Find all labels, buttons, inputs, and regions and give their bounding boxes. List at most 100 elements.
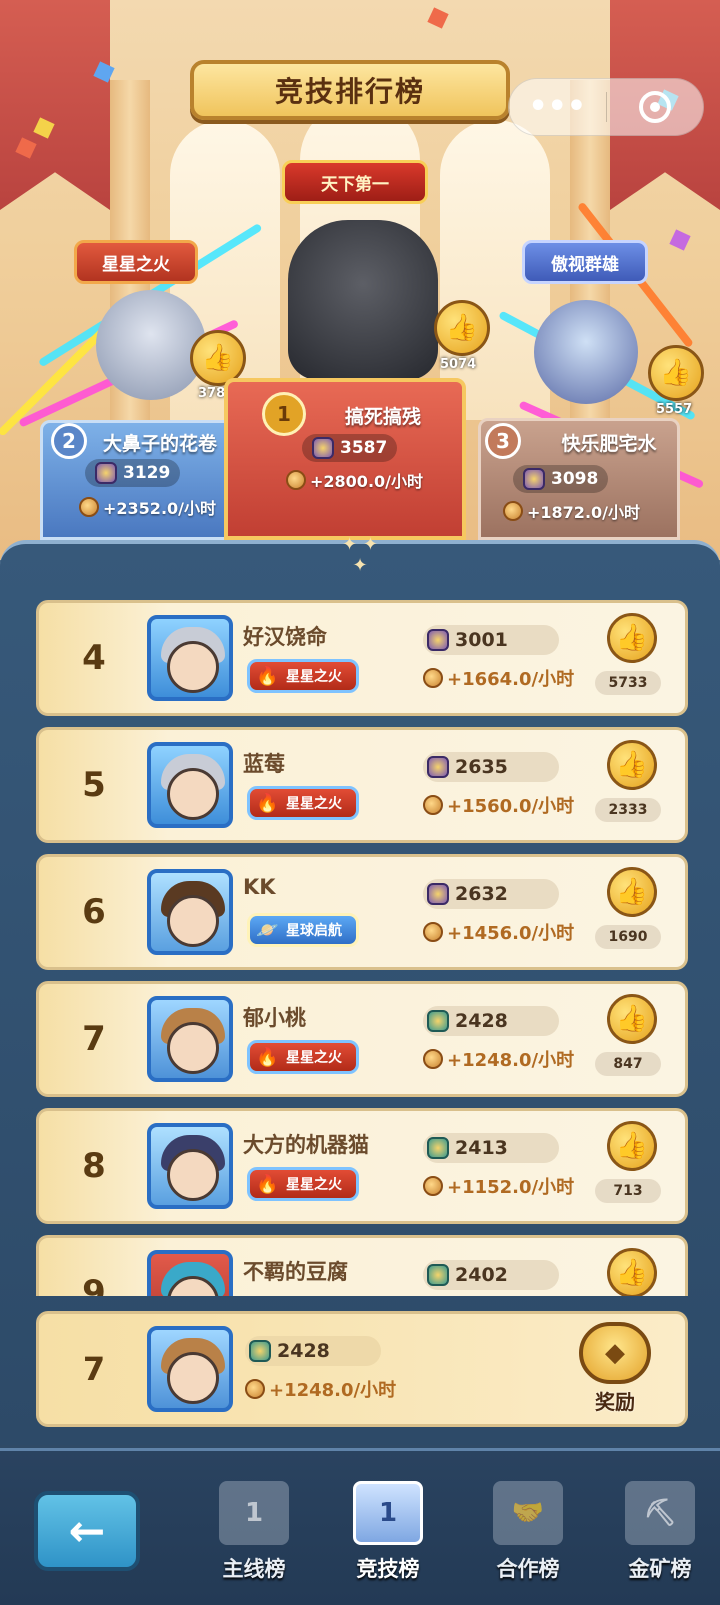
thumbs-up-icon: 👍 [615, 623, 649, 653]
list-item[interactable]: 8 大方的机器猫 🔥 星星之火 2413 +1152.0/小时 👍 713 [36, 1108, 688, 1224]
coin-icon [423, 795, 443, 815]
rank-crest-icon [95, 462, 117, 484]
my-income: +1248.0/小时 [245, 1376, 396, 1402]
rank-number: 9 [82, 1273, 106, 1296]
thumbs-up-icon: 👍 [615, 750, 649, 780]
more-menu-button[interactable]: ••• [509, 92, 606, 122]
second-income: +2352.0/小时 [79, 495, 216, 519]
third-income: +1872.0/小时 [503, 499, 640, 523]
player-avatar[interactable] [147, 869, 233, 955]
coin-icon [79, 497, 99, 517]
player-income: +1152.0/小时 [423, 1173, 574, 1199]
coin-icon [286, 470, 306, 490]
my-ranking-row: 7 2428 +1248.0/小时 ◆ 奖励 [36, 1311, 688, 1427]
player-name: 好汉饶命 [243, 625, 327, 649]
player-score: 2632 [423, 879, 559, 909]
player-title-badge: 🔥 星星之火 [247, 1167, 359, 1201]
rank-number: 5 [82, 765, 106, 805]
page-title-banner: 竞技排行榜 [190, 60, 510, 120]
rank-crest-icon [427, 1010, 449, 1032]
rank-crest-icon [249, 1340, 271, 1362]
tab-coop-ranking[interactable]: 🤝 合作榜 [468, 1481, 588, 1601]
player-avatar[interactable] [147, 1123, 233, 1209]
second-avatar[interactable] [96, 290, 206, 400]
player-income: +1456.0/小时 [423, 919, 574, 945]
coin-icon [423, 1176, 443, 1196]
coin-icon [423, 922, 443, 942]
like-button[interactable]: 👍 [607, 1248, 657, 1296]
tab-label: 合作榜 [496, 1557, 560, 1581]
second-title-badge: 星星之火 [74, 240, 198, 284]
list-item[interactable]: 5 蓝莓 🔥 星星之火 2635 +1560.0/小时 👍 2333 [36, 727, 688, 843]
list-item[interactable]: 7 郁小桃 🔥 星星之火 2428 +1248.0/小时 👍 847 [36, 981, 688, 1097]
player-avatar[interactable] [147, 615, 233, 701]
list-item[interactable]: 4 好汉饶命 🔥 星星之火 3001 +1664.0/小时 👍 5733 [36, 600, 688, 716]
like-button[interactable]: 👍 [607, 613, 657, 663]
like-button[interactable]: 👍 [607, 867, 657, 917]
player-score: 2635 [423, 752, 559, 782]
like-button[interactable]: 👍 [607, 1121, 657, 1171]
like-button[interactable]: 👍 [607, 740, 657, 790]
tab-goldmine-ranking[interactable]: ⛏ 金矿榜 [600, 1481, 720, 1601]
champion-like-button[interactable]: 👍 [434, 300, 490, 356]
thumbs-up-icon: 👍 [659, 358, 693, 388]
podium-first: 1 搞死搞残 3587 +2800.0/小时 [224, 378, 466, 540]
rank-crest-icon [427, 629, 449, 651]
reward-button[interactable]: ◆ 奖励 [565, 1322, 665, 1422]
top-title-badge: 天下第一 [282, 160, 428, 204]
thumbs-up-icon: 👍 [615, 1258, 649, 1288]
thumbs-up-icon: 👍 [615, 1004, 649, 1034]
tab-label: 主线榜 [222, 1557, 286, 1581]
player-name: 大方的机器猫 [243, 1133, 369, 1157]
tab-main-ranking[interactable]: 1 主线榜 [194, 1481, 314, 1601]
rank-crest-icon [427, 883, 449, 905]
arrow-left-icon: ← [68, 1505, 106, 1557]
player-name: 蓝莓 [243, 752, 285, 776]
list-item[interactable]: 9 不羁的豆腐 2402 👍 [36, 1235, 688, 1296]
third-like-button[interactable]: 👍 [648, 345, 704, 401]
like-count: 5733 [595, 671, 661, 695]
player-name: 郁小桃 [243, 1006, 306, 1030]
player-title-badge: 🔥 星星之火 [247, 659, 359, 693]
tab-arena-ranking[interactable]: 1 竞技榜 [328, 1481, 448, 1601]
rank-crest-icon [312, 437, 334, 459]
coin-icon [423, 668, 443, 688]
treasure-chest-icon: ◆ [579, 1322, 651, 1384]
flame-icon: 🔥 [256, 1174, 279, 1195]
coin-icon [245, 1379, 265, 1399]
tab-label: 竞技榜 [356, 1557, 420, 1581]
mini-program-capsule: ••• [508, 78, 704, 136]
player-name: KK [243, 875, 276, 899]
like-count: 713 [595, 1179, 661, 1203]
confetti [427, 7, 449, 29]
podium-icon: 1 [219, 1481, 289, 1545]
player-score: 2402 [423, 1260, 559, 1290]
handshake-icon: 🤝 [493, 1481, 563, 1545]
list-item[interactable]: 6 KK 🪐 星球启航 2632 +1456.0/小时 👍 1690 [36, 854, 688, 970]
third-score: 3098 [513, 465, 609, 493]
player-avatar[interactable] [147, 996, 233, 1082]
player-score: 3001 [423, 625, 559, 655]
flame-icon: 🔥 [256, 1047, 279, 1068]
third-avatar[interactable] [534, 300, 638, 404]
player-title-badge: 🪐 星球启航 [247, 913, 359, 947]
my-avatar[interactable] [147, 1326, 233, 1412]
left-drape [0, 0, 110, 210]
back-button[interactable]: ← [34, 1491, 140, 1571]
like-count: 1690 [595, 925, 661, 949]
bottom-navigation: ← 1 主线榜 1 竞技榜 🤝 合作榜 ⛏ 金矿榜 [0, 1448, 720, 1605]
champion-avatar[interactable] [288, 220, 438, 380]
ranking-list[interactable]: 4 好汉饶命 🔥 星星之火 3001 +1664.0/小时 👍 5733 5 蓝莓… [0, 596, 720, 1296]
thumbs-up-icon: 👍 [201, 343, 235, 373]
like-count: 2333 [595, 798, 661, 822]
like-count: 847 [595, 1052, 661, 1076]
rank-number: 8 [82, 1146, 106, 1186]
rank-crest-icon [427, 1264, 449, 1286]
like-button[interactable]: 👍 [607, 994, 657, 1044]
player-avatar[interactable] [147, 742, 233, 828]
player-avatar[interactable] [147, 1250, 233, 1296]
close-program-button[interactable] [606, 91, 703, 123]
page-title: 竞技排行榜 [274, 75, 425, 108]
player-income: +1248.0/小时 [423, 1046, 574, 1072]
thumbs-up-icon: 👍 [615, 1131, 649, 1161]
